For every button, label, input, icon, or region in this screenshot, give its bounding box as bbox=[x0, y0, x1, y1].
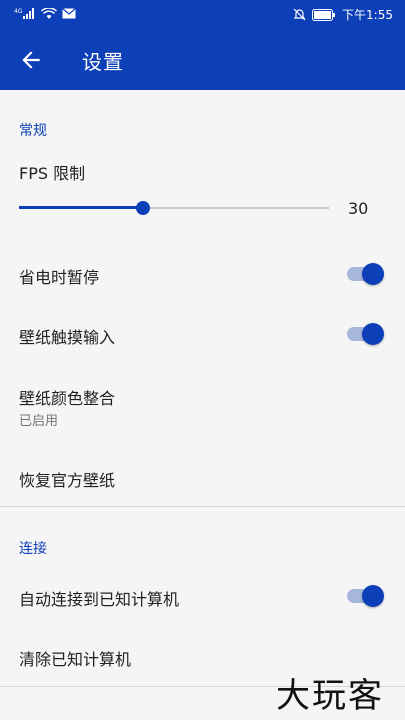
fps-slider[interactable] bbox=[19, 198, 329, 218]
section-divider bbox=[0, 506, 405, 507]
mute-icon bbox=[293, 8, 306, 21]
watermark-logo: 大玩客 bbox=[276, 676, 384, 716]
auto-connect-toggle[interactable] bbox=[347, 584, 385, 608]
pause-battery-toggle[interactable] bbox=[347, 262, 385, 286]
svg-text:4G: 4G bbox=[14, 8, 23, 15]
fps-value: 30 bbox=[348, 199, 369, 218]
status-time: 下午1:55 bbox=[342, 8, 393, 22]
restore-wallpaper-item[interactable]: 恢复官方壁纸 bbox=[19, 467, 115, 491]
slider-fill bbox=[19, 206, 143, 209]
back-arrow-icon[interactable] bbox=[18, 47, 44, 73]
mail-icon bbox=[62, 8, 76, 19]
clear-known-computers-item[interactable]: 清除已知计算机 bbox=[19, 646, 131, 670]
touch-input-toggle[interactable] bbox=[347, 322, 385, 346]
slider-thumb[interactable] bbox=[136, 201, 150, 215]
pause-battery-label: 省电时暂停 bbox=[19, 268, 100, 287]
touch-input-label: 壁纸触摸输入 bbox=[19, 328, 116, 347]
color-integration-label: 壁纸颜色整合 bbox=[19, 389, 116, 408]
toolbar: 设置 bbox=[0, 30, 405, 90]
battery-icon bbox=[312, 8, 336, 21]
signal-icon: 4G bbox=[14, 8, 34, 19]
page-title: 设置 bbox=[82, 50, 124, 74]
fps-limit-label: FPS 限制 bbox=[19, 164, 86, 183]
app-bar: 4G 下午1:55 设置 bbox=[0, 0, 405, 90]
section-header-connection: 连接 bbox=[19, 541, 47, 557]
color-integration-status: 已启用 bbox=[19, 414, 59, 429]
auto-connect-label: 自动连接到已知计算机 bbox=[19, 590, 180, 609]
status-bar: 4G 下午1:55 bbox=[0, 0, 405, 30]
wifi-icon bbox=[41, 7, 57, 19]
section-header-general: 常规 bbox=[19, 123, 47, 139]
